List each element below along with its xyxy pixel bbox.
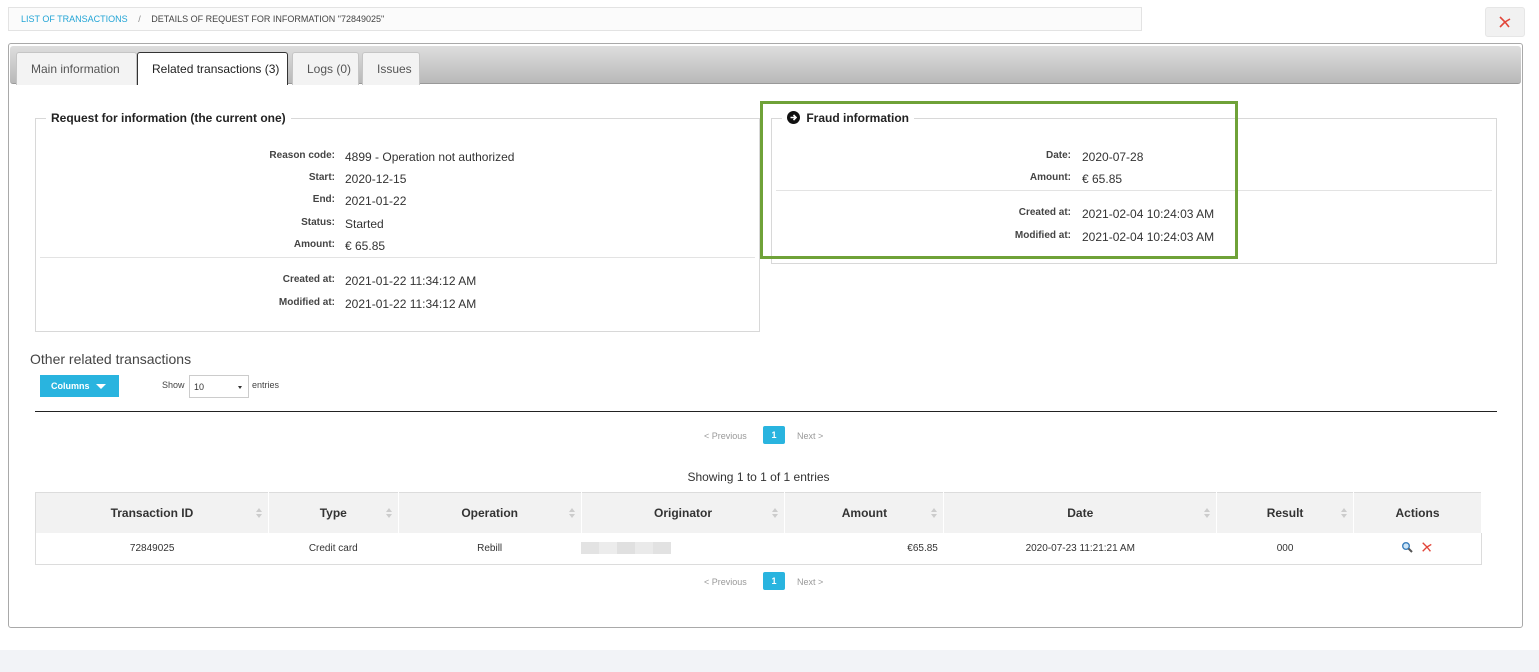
table-row: 72849025 Credit card Rebill €65.85 2020-… (36, 533, 1482, 565)
th-date[interactable]: Date (943, 492, 1218, 533)
related-title: Other related transactions (30, 351, 192, 367)
pager-bottom: < Previous 1 Next > (704, 572, 844, 590)
fraud-highlight-frame (760, 101, 1238, 259)
footer-strip (0, 650, 1539, 672)
rfi-end-label: End: (312, 194, 335, 205)
rfi-modified-label: Modified at: (278, 297, 335, 308)
th-transaction-id[interactable]: Transaction ID (35, 492, 269, 533)
page-size-select[interactable]: 10 (189, 375, 249, 398)
rfi-status-value: Started (345, 217, 384, 231)
th-amount-label: Amount (841, 505, 888, 520)
rfi-amount-value: € 65.85 (345, 239, 386, 253)
redacted-originator (581, 542, 672, 555)
sort-icon (385, 508, 392, 519)
cell-date: 2020-07-23 11:21:21 AM (1025, 542, 1135, 554)
columns-button-label: Columns (51, 381, 90, 391)
rfi-end-value: 2021-01-22 (345, 194, 407, 208)
tab-logs[interactable]: Logs (0) (292, 52, 359, 85)
entries-label: entries (252, 380, 280, 390)
cell-actions (1354, 533, 1482, 565)
th-result[interactable]: Result (1216, 492, 1355, 533)
tab-related-transactions[interactable]: Related transactions (3) (137, 52, 288, 85)
cell-originator (581, 533, 785, 565)
export-pdf-button[interactable] (1485, 7, 1525, 37)
rfi-amount-label: Amount: (293, 239, 335, 250)
rfi-created-label: Created at: (282, 274, 335, 285)
page-size-value: 10 (194, 382, 205, 392)
sort-icon (255, 508, 262, 519)
rfi-status-label: Status: (301, 217, 335, 228)
pager-top-next[interactable]: Next > (797, 431, 823, 441)
table-top-rule (35, 411, 1497, 412)
rfi-created-value: 2021-01-22 11:34:12 AM (345, 274, 477, 288)
table-info: Showing 1 to 1 of 1 entries (687, 470, 830, 484)
sort-icon (931, 508, 938, 519)
columns-button[interactable]: Columns (40, 375, 119, 397)
pager-top-page-1[interactable]: 1 (763, 426, 785, 444)
tab-main-information[interactable]: Main information (16, 52, 137, 85)
table-header-row: Transaction ID Type Operation Originator… (35, 492, 1482, 533)
th-originator[interactable]: Originator (581, 492, 786, 533)
pager-top-previous[interactable]: < Previous (704, 431, 747, 441)
th-actions: Actions (1353, 492, 1482, 533)
rfi-reason-code-label: Reason code: (269, 150, 335, 161)
breadcrumb: LIST OF TRANSACTIONS / DETAILS OF REQUES… (8, 7, 1142, 31)
tab-bar: Main information Related transactions (3… (10, 46, 1521, 85)
magnifier-icon[interactable] (1401, 541, 1413, 553)
breadcrumb-link-list-of-transactions[interactable]: LIST OF TRANSACTIONS (21, 14, 128, 24)
rfi-start-label: Start: (308, 172, 335, 183)
tab-issues[interactable]: Issues (362, 52, 420, 85)
related-transactions-table: Transaction ID Type Operation Originator… (35, 492, 1482, 565)
th-date-label: Date (1067, 505, 1094, 520)
th-type-label: Type (319, 505, 347, 520)
caret-down-icon (96, 384, 106, 389)
cell-amount: €65.85 (907, 542, 938, 554)
th-operation[interactable]: Operation (398, 492, 582, 533)
th-amount[interactable]: Amount (784, 492, 945, 533)
th-result-label: Result (1266, 505, 1304, 520)
sort-icon (772, 508, 779, 519)
cell-type: Credit card (308, 542, 358, 554)
pdf-icon (1499, 16, 1511, 28)
sort-icon (568, 508, 575, 519)
rfi-divider (40, 257, 755, 258)
show-label: Show (162, 380, 185, 390)
rfi-modified-value: 2021-01-22 11:34:12 AM (345, 297, 477, 311)
cell-result: 000 (1276, 542, 1294, 554)
pager-top: < Previous 1 Next > (704, 426, 844, 444)
rfi-legend: Request for information (the current one… (51, 111, 286, 125)
pager-bottom-previous[interactable]: < Previous (704, 577, 747, 587)
th-type[interactable]: Type (268, 492, 399, 533)
th-operation-label: Operation (461, 505, 518, 520)
pdf-icon[interactable] (1421, 541, 1433, 553)
th-actions-label: Actions (1395, 505, 1440, 520)
select-arrow-icon (238, 386, 242, 389)
cell-transaction-id: 72849025 (129, 542, 175, 554)
breadcrumb-separator: / (138, 14, 141, 24)
rfi-start-value: 2020-12-15 (345, 172, 407, 186)
pager-bottom-next[interactable]: Next > (797, 577, 823, 587)
pager-bottom-page-1[interactable]: 1 (763, 572, 785, 590)
sort-icon (1341, 508, 1348, 519)
th-transaction-id-label: Transaction ID (110, 505, 194, 520)
th-originator-label: Originator (654, 505, 713, 520)
rfi-reason-code-value: 4899 - Operation not authorized (345, 150, 515, 164)
sort-icon (1204, 508, 1211, 519)
breadcrumb-current: DETAILS OF REQUEST FOR INFORMATION "7284… (151, 14, 385, 24)
cell-operation: Rebill (477, 542, 503, 554)
